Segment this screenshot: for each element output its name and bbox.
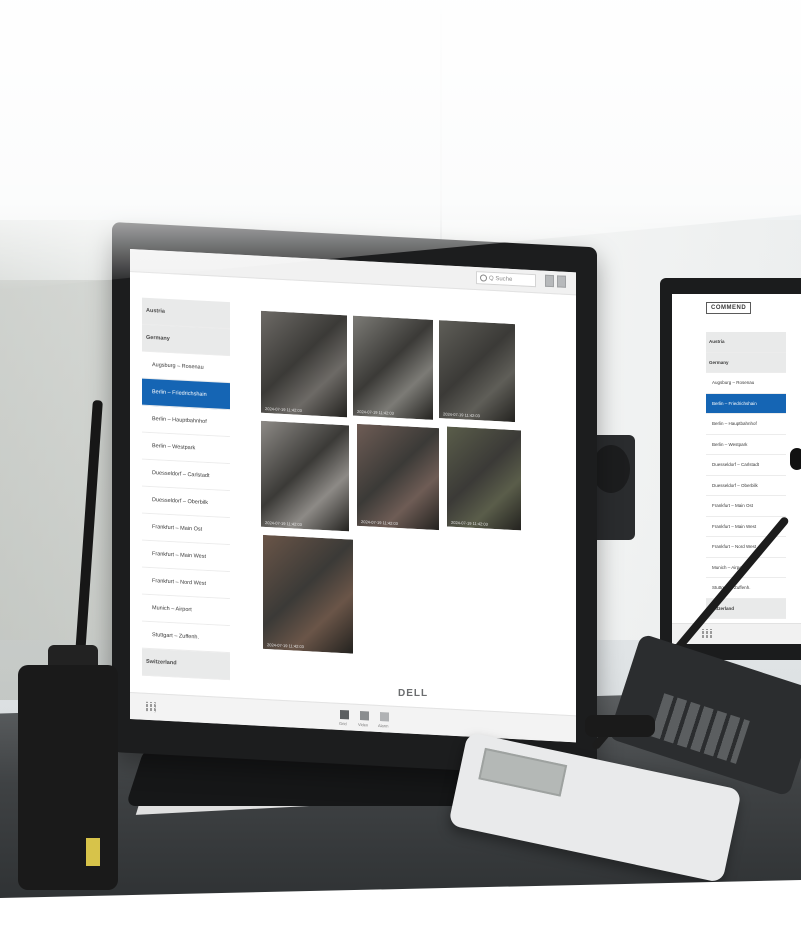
bottom-label: Alarm — [378, 722, 389, 729]
camera-timestamp: 2024-07-19 11:42:03 — [443, 411, 480, 419]
camera-feed[interactable]: 2024-07-19 11:42:03 — [436, 316, 518, 426]
camera-feed[interactable]: 2024-07-19 11:42:03 — [258, 307, 350, 421]
sidebar-location-item[interactable]: Berlin – Friedrichshain — [706, 393, 786, 414]
sidebar-location-item[interactable]: Berlin – Hauptbahnhof — [706, 414, 786, 435]
sidebar-country[interactable]: Austria — [706, 332, 786, 353]
video-icon[interactable] — [360, 710, 369, 721]
window-button[interactable] — [557, 275, 566, 288]
dell-logo: DELL — [398, 688, 429, 699]
bottom-bar: Grid Video Alarm — [130, 691, 576, 743]
camera-feed[interactable]: 2024-07-19 11:42:03 — [354, 420, 442, 534]
grid-icon[interactable] — [146, 701, 156, 713]
sidebar-location-item[interactable]: Frankfurt – Nord West — [706, 537, 786, 558]
alarm-icon[interactable] — [380, 712, 389, 722]
calculator-display — [478, 747, 568, 797]
camera-feed[interactable]: 2024-07-19 11:42:03 — [444, 423, 524, 534]
main-screen: Q Suche Austria Germany Augsburg – Rosenau… — [130, 248, 576, 743]
camera-timestamp: 2024-07-19 11:42:03 — [357, 408, 394, 416]
two-way-radio — [18, 665, 118, 890]
phone-keypad — [650, 693, 750, 764]
camera-timestamp: 2024-07-19 11:42:03 — [451, 519, 488, 527]
camera-timestamp: 2024-07-19 11:42:03 — [265, 406, 302, 413]
sidebar-country[interactable]: Germany — [706, 352, 786, 373]
photo-scene: COMMEND Austria Germany Augsburg – Rosenau… — [0, 0, 801, 925]
location-sidebar: Austria Germany Augsburg – Rosenau Berlin –… — [142, 297, 230, 683]
microphone-base — [585, 715, 655, 737]
window-button[interactable] — [545, 274, 554, 288]
radio-label — [86, 838, 100, 866]
sidebar-location-item[interactable]: Frankfurt – Main Ost — [706, 496, 786, 517]
search-icon — [480, 274, 487, 282]
secondary-sidebar: Austria Germany Augsburg – Rosenau Berlin –… — [706, 332, 786, 619]
bottom-label: Grid — [339, 720, 347, 727]
grid-icon[interactable] — [702, 629, 712, 639]
secondary-monitor: COMMEND Austria Germany Augsburg – Rosenau… — [660, 278, 801, 660]
speaker-driver — [592, 445, 630, 493]
camera-grid: 2024-07-19 11:42:03 2024-07-19 11:42:03 20… — [258, 307, 528, 657]
secondary-screen: COMMEND Austria Germany Augsburg – Rosenau… — [672, 294, 801, 644]
camera-feed[interactable]: 2024-07-19 11:42:03 — [258, 417, 352, 535]
sidebar-location-item[interactable]: Augsburg – Rosenau — [706, 373, 786, 394]
commend-logo: COMMEND — [706, 302, 752, 314]
camera-timestamp: 2024-07-19 11:42:03 — [267, 642, 304, 650]
camera-feed[interactable]: 2024-07-19 11:42:03 — [260, 531, 356, 657]
bottom-label: Video — [358, 721, 369, 728]
search-placeholder: Q Suche — [489, 275, 513, 283]
camera-feed[interactable]: 2024-07-19 11:42:03 — [350, 312, 436, 423]
sidebar-location-item[interactable]: Duesseldorf – Carlstadt — [706, 455, 786, 476]
sidebar-country[interactable]: Switzerland — [142, 648, 230, 681]
background-wall — [0, 280, 120, 700]
microphone-head — [790, 448, 801, 470]
main-monitor: Q Suche Austria Germany Augsburg – Rosenau… — [112, 222, 597, 778]
sidebar-location-item[interactable]: Berlin – Westpark — [706, 434, 786, 455]
grid-view-icon[interactable] — [340, 709, 349, 720]
camera-timestamp: 2024-07-19 11:42:03 — [361, 519, 398, 526]
camera-timestamp: 2024-07-19 11:42:03 — [265, 520, 302, 527]
sidebar-location-item[interactable]: Duesseldorf – Oberbilk — [706, 475, 786, 496]
search-input[interactable]: Q Suche — [476, 271, 536, 288]
